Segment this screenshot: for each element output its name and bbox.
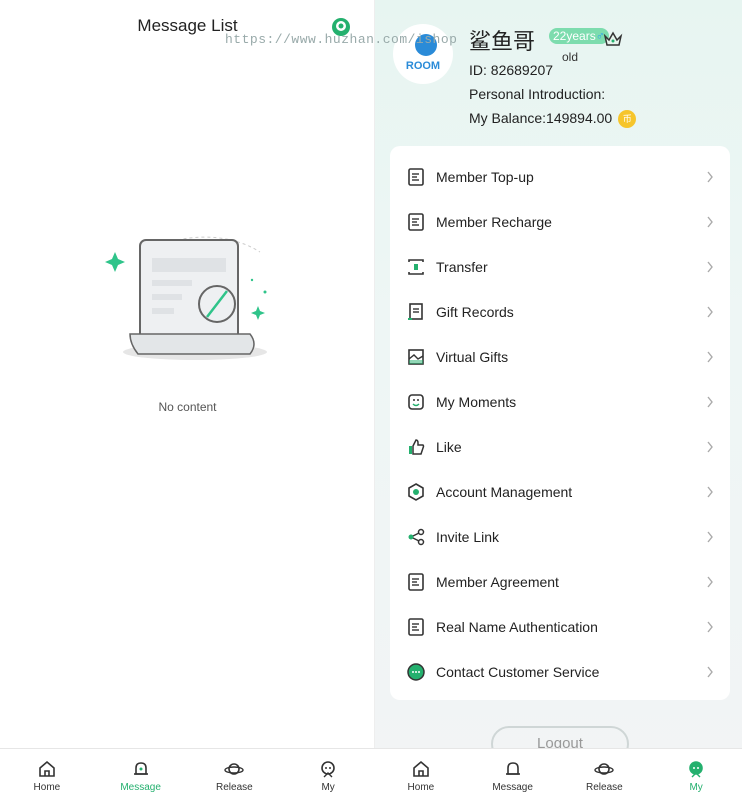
tab-label: Message <box>492 781 533 793</box>
menu-item[interactable]: Member Agreement <box>390 559 730 604</box>
empty-document-illustration <box>105 236 267 360</box>
tab-message[interactable]: Message <box>467 749 559 802</box>
tab-release[interactable]: Release <box>188 749 282 802</box>
hexagon-icon <box>408 482 424 501</box>
tab-release[interactable]: Release <box>559 749 651 802</box>
my-profile-screen: ROOM https://www.huzhan.com/ishop 鲨鱼哥 22… <box>225 0 742 802</box>
age-badge-text: 22years <box>553 29 596 43</box>
menu-item-label: Like <box>436 438 462 455</box>
tab-home[interactable]: Home <box>375 749 467 802</box>
menu-item[interactable]: Account Management <box>390 469 730 514</box>
avatar-label: ROOM <box>405 60 441 72</box>
username: 鲨鱼哥 <box>469 29 536 54</box>
tab-my[interactable]: My <box>281 749 375 802</box>
chevron-right-icon <box>707 576 713 587</box>
planet-icon <box>594 762 615 775</box>
menu-item[interactable]: Invite Link <box>390 514 730 559</box>
transfer-icon <box>408 258 424 275</box>
gift-box-icon <box>408 348 424 365</box>
age-badge: 22years♂ <box>549 28 609 44</box>
document-icon <box>408 212 424 231</box>
menu-item-label: Member Top-up <box>436 168 534 185</box>
menu-item-label: Contact Customer Service <box>436 663 600 680</box>
menu-item[interactable]: Member Recharge <box>390 199 730 244</box>
chevron-right-icon <box>707 351 713 362</box>
menu-item[interactable]: Transfer <box>390 244 730 289</box>
robot-icon <box>321 760 335 777</box>
balance-text: My Balance:149894.00 <box>469 110 613 126</box>
menu-item-label: Virtual Gifts <box>436 348 509 365</box>
user-id: ID: 82689207 <box>469 62 554 78</box>
chevron-right-icon <box>707 486 713 497</box>
menu-item[interactable]: Virtual Gifts <box>390 334 730 379</box>
home-icon <box>413 760 429 777</box>
chevron-right-icon <box>707 531 713 542</box>
chevron-right-icon <box>707 171 713 182</box>
chat-bubble-icon <box>407 662 425 681</box>
robot-icon <box>689 760 703 777</box>
age-suffix: old <box>562 50 579 64</box>
chevron-right-icon <box>707 261 713 272</box>
chevron-right-icon <box>707 666 713 677</box>
empty-state-text: No content <box>158 400 217 414</box>
menu-item[interactable]: Contact Customer Service <box>390 649 730 694</box>
planet-icon <box>224 762 245 775</box>
tab-label: Home <box>407 781 435 793</box>
chevron-right-icon <box>707 621 713 632</box>
balance-row: My Balance:149894.00 币 <box>469 110 637 129</box>
tab-message[interactable]: Message <box>94 749 188 802</box>
menu-item-label: Real Name Authentication <box>436 618 598 635</box>
tab-home[interactable]: Home <box>0 749 94 802</box>
menu-item-label: Member Agreement <box>436 573 559 590</box>
menu-item[interactable]: Real Name Authentication <box>390 604 730 649</box>
thumbs-up-icon <box>409 438 425 455</box>
tab-label: Release <box>586 781 623 793</box>
chevron-right-icon <box>707 306 713 317</box>
chevron-right-icon <box>707 216 713 227</box>
menu-item-label: Transfer <box>436 258 488 275</box>
home-icon <box>39 760 55 777</box>
coin-icon: 币 <box>618 110 637 129</box>
menu-item[interactable]: Gift Records <box>390 289 730 334</box>
menu-item-label: My Moments <box>436 393 517 410</box>
menu-item[interactable]: Member Top-up <box>390 154 730 199</box>
tab-label: Home <box>33 781 61 793</box>
document-icon <box>408 617 424 636</box>
menu-item-label: Invite Link <box>436 528 500 545</box>
watermark-text: https://www.huzhan.com/ishop <box>225 32 458 47</box>
menu-card: Member Top-up Member Recharge Transfer Gift… <box>390 146 730 700</box>
tab-label: My <box>321 781 335 793</box>
message-list-screen: Message List No content Home Message Rel… <box>0 0 375 802</box>
tab-my[interactable]: My <box>650 749 742 802</box>
document-icon <box>408 572 424 591</box>
bell-icon <box>505 761 520 775</box>
bottom-tab-bar: Home Message Release My <box>375 748 742 802</box>
menu-item-label: Member Recharge <box>436 213 552 230</box>
bell-icon <box>133 761 148 775</box>
menu-item-label: Gift Records <box>436 303 514 320</box>
personal-introduction: Personal Introduction: <box>469 86 606 102</box>
tab-label: Message <box>120 781 161 793</box>
tab-label: Release <box>216 781 253 793</box>
receipt-icon <box>408 302 423 320</box>
tab-label: My <box>689 781 703 793</box>
menu-item[interactable]: My Moments <box>390 379 730 424</box>
menu-item[interactable]: Like <box>390 424 730 469</box>
share-icon <box>408 528 425 545</box>
app-screens: Message List No content Home Message Rel… <box>0 0 742 802</box>
smile-icon <box>408 393 424 410</box>
document-icon <box>408 167 424 186</box>
chevron-right-icon <box>707 441 713 452</box>
bottom-tab-bar: Home Message Release My <box>0 748 375 802</box>
menu-item-label: Account Management <box>436 483 573 500</box>
chevron-right-icon <box>707 396 713 407</box>
crown-icon <box>603 31 623 46</box>
